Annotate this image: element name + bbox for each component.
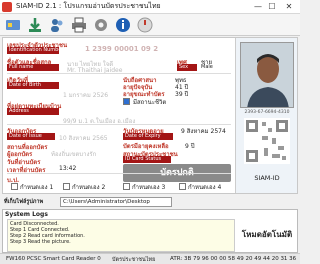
portrait-image — [241, 43, 293, 107]
age-issue-value: 39 ปี — [175, 91, 189, 98]
brand-label: SIAM-ID — [254, 174, 280, 182]
exit-button[interactable] — [136, 16, 154, 34]
expiry-label-en: Date of Expiry — [123, 133, 173, 140]
card-status-label-en: ID Card Status — [123, 156, 171, 163]
close-button[interactable]: ✕ — [283, 1, 295, 12]
maximize-button[interactable]: ☐ — [266, 1, 278, 12]
save-path-input[interactable]: C:\Users\Administrator\Desktop — [60, 197, 172, 207]
custom-1-checkbox[interactable] — [11, 183, 18, 190]
divider — [7, 73, 231, 74]
print-button[interactable] — [70, 16, 88, 34]
photo-panel: 2393-67-6694-4310 SIAM-ID — [235, 38, 297, 193]
dob-value: 1 มกราคม 2526 — [63, 92, 109, 99]
custom-4-checkbox[interactable] — [179, 183, 186, 190]
logs-title: System Logs — [5, 211, 48, 218]
info-button[interactable] — [114, 16, 132, 34]
qr-code — [244, 118, 290, 164]
id-photo — [240, 42, 294, 108]
system-logs-panel: System Logs Card Disconnected. Step 1 Ca… — [2, 209, 298, 253]
photo-caption: 2393-67-6694-4310 — [244, 110, 290, 115]
status-bar: FW160 PCSC Smart Card Reader 0 บัตรประชา… — [0, 253, 300, 264]
alive-label: มีสถานะชีวิต — [133, 99, 167, 106]
alive-checkbox[interactable] — [123, 98, 130, 105]
card-type-status: บัตรประชาชนไทย — [112, 257, 156, 263]
issue-label-en: Date of Issue — [7, 133, 55, 140]
expiry-value: 9 สิงหาคม 2574 — [181, 128, 226, 135]
save-button[interactable] — [26, 16, 44, 34]
print-icon — [72, 17, 86, 33]
custom-2-label: กำหนดเอง 2 — [72, 184, 106, 191]
minimize-button[interactable]: — — [252, 1, 264, 12]
save-path-label: ที่เก็บไฟล์รูปภาพ — [4, 199, 44, 205]
issue-value: 10 สิงหาคม 2565 — [59, 135, 108, 142]
custom-3-checkbox[interactable] — [123, 183, 130, 190]
read-time-value: 13:42 — [59, 165, 77, 172]
fullname-label-en: Full name — [7, 64, 59, 71]
custom-3-label: กำหนดเอง 3 — [132, 184, 166, 191]
custom-4-label: กำหนดเอง 4 — [188, 184, 222, 191]
save-icon — [29, 18, 41, 32]
divider — [7, 124, 231, 125]
atr-status: ATR: 3B 79 96 00 00 58 49 20 49 44 20 31… — [170, 256, 297, 262]
log-line: Step 3 Read the picture. — [10, 239, 71, 245]
save-path-row: ที่เก็บไฟล์รูปภาพ C:\Users\Administrator… — [2, 196, 298, 208]
info-icon — [116, 18, 130, 32]
issuer-value: ท้องถิ่นเขตบางรัก — [51, 151, 97, 158]
settings-button[interactable] — [92, 16, 110, 34]
id-label-en: Identification Number — [7, 47, 64, 54]
read-card-icon — [6, 20, 20, 30]
auto-mode-label: โหมดอัตโนมัติ — [241, 230, 293, 239]
divider — [7, 173, 231, 174]
card-info-panel: เลขประจำตัวประชาชน Identification Number… — [2, 37, 298, 194]
users-icon — [51, 19, 63, 32]
title-bar: SIAM-ID 2.1 : โปรแกรมอ่านบัตรประชาชนไทย … — [0, 0, 300, 14]
custom-1-label: กำหนดเอง 1 — [20, 184, 54, 191]
reader-status: FW160 PCSC Smart Card Reader 0 — [6, 256, 101, 262]
sex-value-en: Male — [201, 64, 213, 70]
logs-text: Card Disconnected. Step 1 Card Connected… — [7, 219, 235, 252]
address-label-en: Address — [7, 108, 59, 115]
qr-icon — [246, 120, 288, 162]
custom-2-checkbox[interactable] — [63, 183, 70, 190]
settings-icon — [95, 19, 107, 31]
id-value: 1 2399 00001 09 2 — [85, 45, 159, 53]
remaining-value: 9 ปี — [185, 143, 195, 150]
read-card-button[interactable] — [4, 16, 22, 34]
exit-icon — [137, 17, 153, 33]
window-title: SIAM-ID 2.1 : โปรแกรมอ่านบัตรประชาชนไทย — [16, 2, 161, 10]
sex-label-en: Sex — [177, 64, 197, 71]
dob-label-en: Date of Birth — [7, 82, 59, 89]
users-button[interactable] — [48, 16, 66, 34]
toolbar — [0, 14, 300, 36]
app-icon — [2, 2, 12, 12]
